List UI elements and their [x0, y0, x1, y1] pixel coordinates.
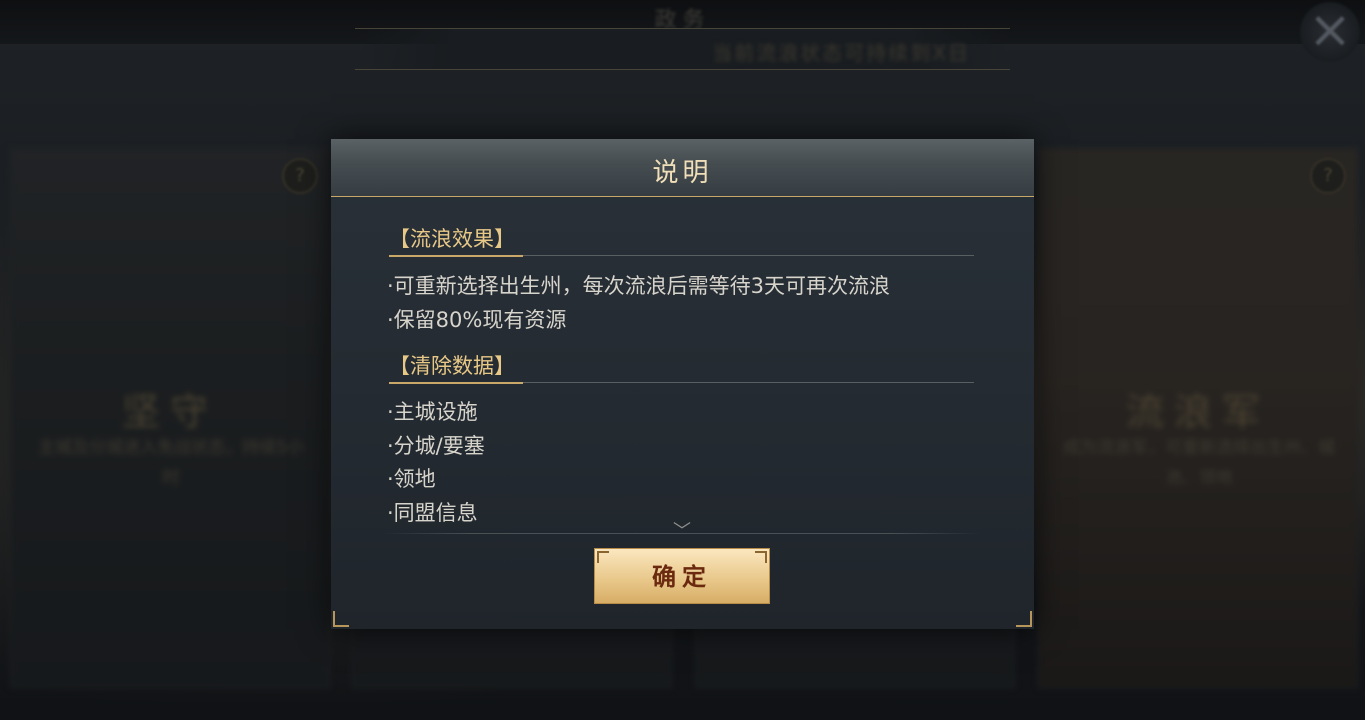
info-line: ·可重新选择出生州，每次流浪后需等待3天可再次流浪 — [387, 274, 891, 298]
section-heading-wander-effect: 【流浪效果】 — [389, 225, 974, 257]
section-label: 【清除数据】 — [389, 352, 523, 384]
info-line: ·主城设施 — [387, 400, 478, 424]
dialog-corner-ornament — [1016, 611, 1032, 627]
button-corner-ornament — [755, 551, 767, 563]
info-line: ·分城/要塞 — [387, 434, 485, 458]
info-dialog: 说明 【流浪效果】 ·可重新选择出生州，每次流浪后需等待3天可再次流浪 ·保留8… — [331, 139, 1034, 629]
confirm-button[interactable]: 确定 — [594, 548, 770, 604]
dialog-title: 说明 — [652, 158, 713, 188]
info-line: ·同盟信息 — [387, 501, 478, 525]
chevron-down-icon: ﹀ — [673, 521, 691, 542]
section-heading-clear-data: 【清除数据】 — [389, 352, 974, 384]
dialog-corner-ornament — [333, 611, 349, 627]
button-corner-ornament — [597, 551, 609, 563]
info-line: ·保留80%现有资源 — [387, 308, 567, 332]
section-label: 【流浪效果】 — [389, 225, 523, 257]
confirm-button-label: 确定 — [652, 563, 712, 591]
info-line: ·领地 — [387, 467, 436, 491]
dialog-header: 说明 — [331, 139, 1034, 197]
